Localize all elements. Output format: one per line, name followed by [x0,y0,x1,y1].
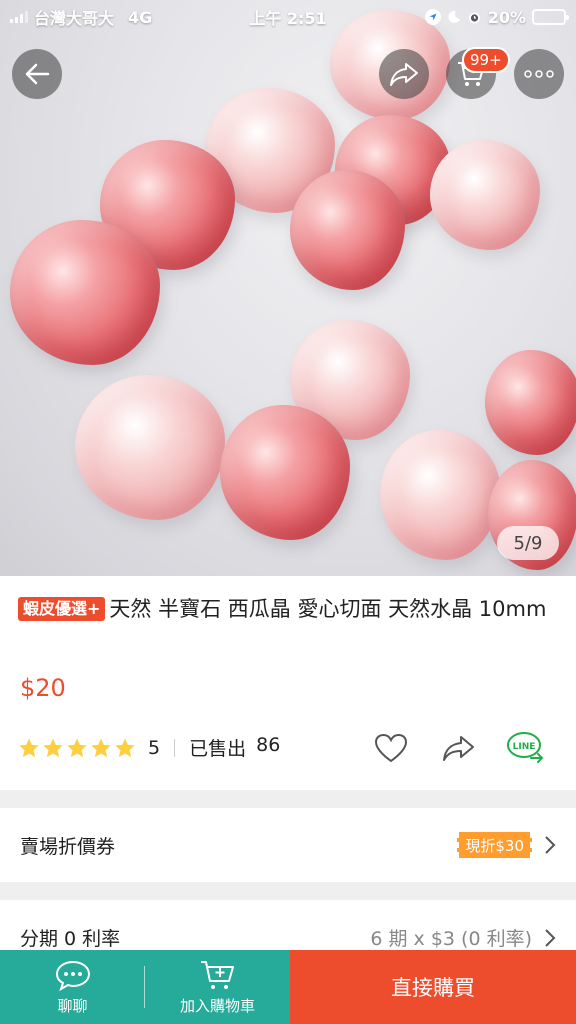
share-icon [443,736,474,761]
star-icon [115,737,135,757]
chat-button[interactable]: 聊聊 [0,950,145,1024]
product-info: 蝦皮優選+ 天然 半寶石 西瓜晶 愛心切面 天然水晶 10mm $20 5 已售出… [0,576,576,790]
sold-info: 已售出 86 [189,734,280,761]
bottom-left-group: 聊聊 加入購物車 [0,950,290,1024]
more-icon [524,70,554,78]
rating-value: 5 [148,736,161,759]
bead [220,405,350,540]
signal-icon [10,11,28,23]
sold-label: 已售出 [189,738,247,760]
share-product-button[interactable] [438,728,478,768]
product-price: $20 [20,674,66,702]
bead [290,170,405,290]
like-button[interactable] [371,728,411,768]
chat-icon [55,960,90,991]
star-icon [43,737,63,757]
back-button[interactable] [12,49,62,99]
cart-count-badge: 99+ [462,47,510,73]
product-title: 天然 半寶石 西瓜晶 愛心切面 天然水晶 10mm [109,597,547,621]
chat-label: 聊聊 [57,996,88,1015]
installment-label: 分期 0 利率 [20,928,121,950]
add-to-cart-button[interactable]: 加入購物車 [145,950,290,1024]
network-type: 4G [128,7,153,27]
more-button[interactable] [514,49,564,99]
image-page-indicator: 5/9 [497,526,559,560]
share-button[interactable] [379,49,429,99]
buy-now-label: 直接購買 [391,976,475,1000]
shop-voucher-row[interactable]: 賣場折價券 現折$30 [0,808,576,882]
star-icon [91,737,111,757]
svg-text:LINE: LINE [513,742,536,752]
bead [380,430,500,560]
installment-value: 6 期 x $3 (0 利率) [370,928,532,950]
heart-icon [374,733,408,763]
battery-icon [532,9,569,25]
product-title-block: 蝦皮優選+ 天然 半寶石 西瓜晶 愛心切面 天然水晶 10mm [18,594,558,625]
voucher-tag: 現折$30 [457,832,532,858]
bead [75,375,225,520]
moon-icon [448,10,460,23]
arrow-left-icon [25,63,50,85]
add-to-cart-icon [200,960,234,989]
location-icon [424,9,441,25]
chevron-right-icon [545,928,556,947]
star-icon [67,737,87,757]
sold-count: 86 [256,734,281,756]
status-bar: 台灣大哥大 4G 上午 2:51 20% [0,0,576,34]
bottom-action-bar: 聊聊 加入購物車 直接購買 [0,950,576,1024]
alarm-icon [468,12,480,23]
divider [174,738,176,757]
chevron-right-icon [545,836,556,854]
rating-row[interactable]: 5 已售出 86 [18,734,280,761]
bead [10,220,160,365]
star-icon [19,737,39,757]
bead [430,140,540,250]
line-share-button[interactable]: LINE [505,728,545,768]
add-to-cart-label: 加入購物車 [179,996,255,1015]
clock: 上午 2:51 [249,9,327,28]
carrier-name: 台灣大哥大 [34,9,115,28]
preferred-badge: 蝦皮優選+ [18,597,106,621]
line-icon: LINE [507,732,544,763]
battery-percent: 20% [487,7,526,27]
voucher-label: 賣場折價券 [20,835,116,858]
share-icon [390,63,418,86]
bead [485,350,576,455]
buy-now-button[interactable]: 直接購買 [290,950,576,1024]
rating-stars [18,737,136,759]
